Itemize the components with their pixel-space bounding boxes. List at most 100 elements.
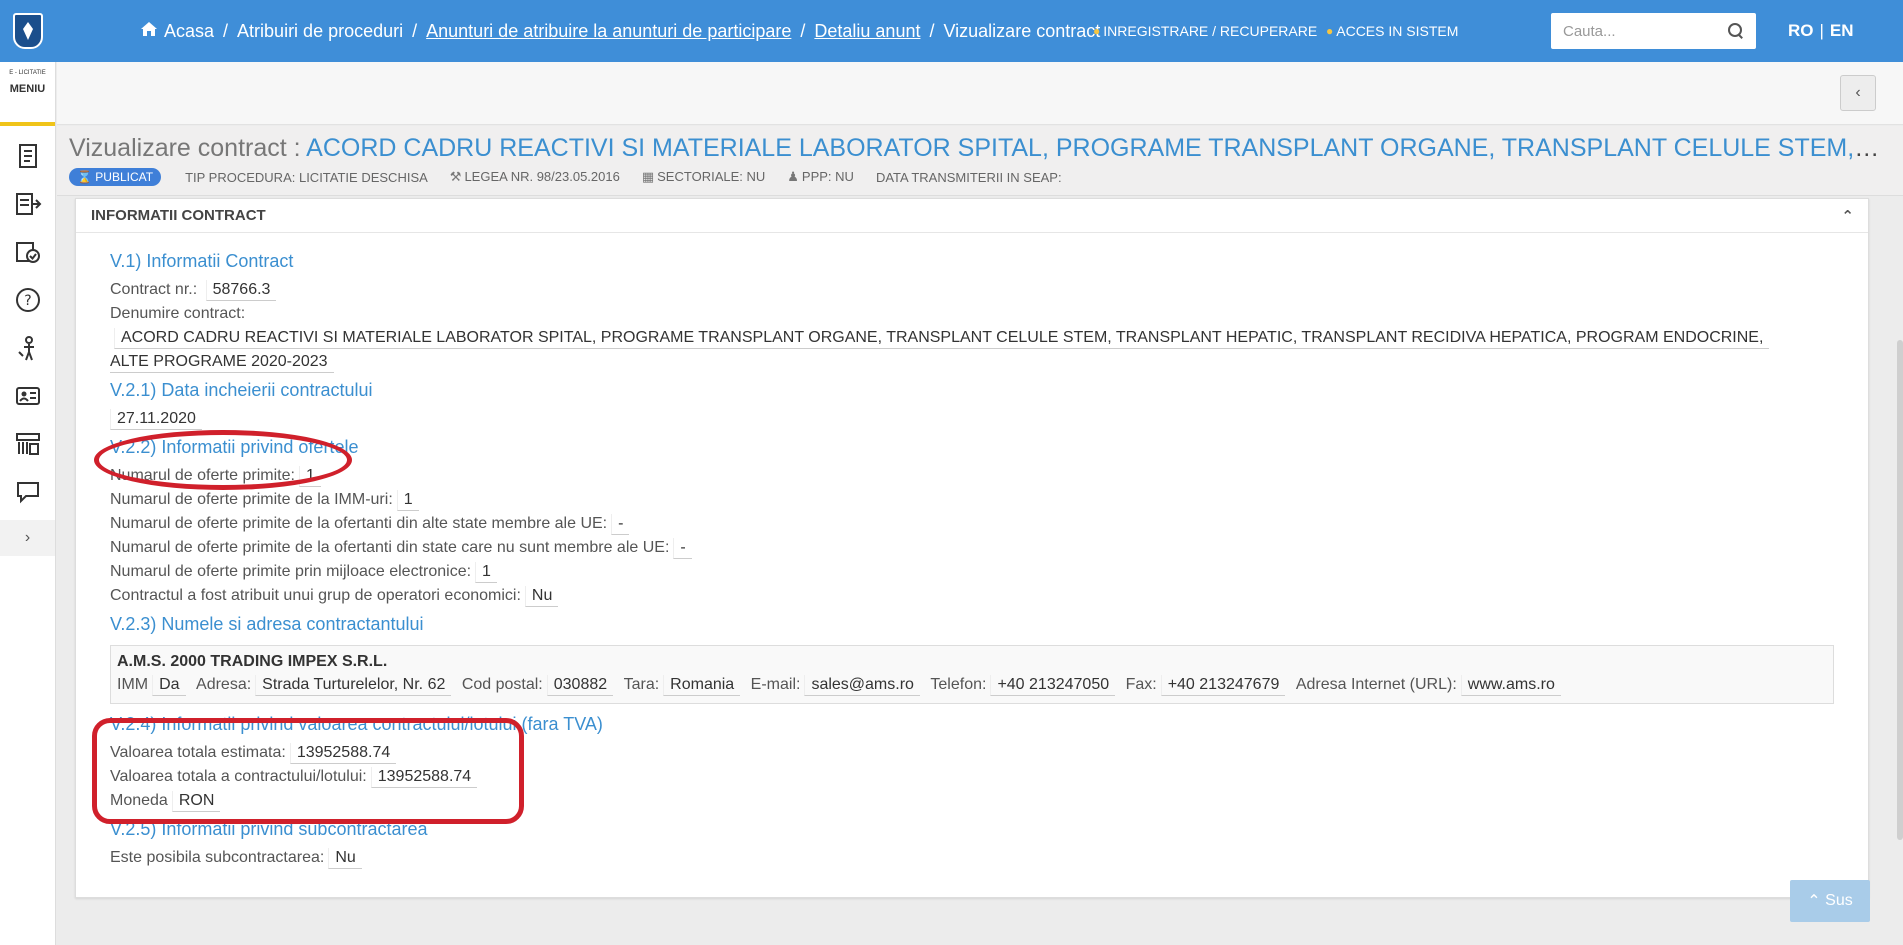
ppp-item: ♟ PPP: NU	[787, 169, 854, 185]
sidebar: E - LICITATIE MENIU ? ›	[0, 62, 56, 945]
fax-label: Fax:	[1125, 676, 1157, 693]
page-title-label: Vizualizare contract :	[69, 134, 301, 162]
breadcrumb-home[interactable]: Acasa	[164, 21, 214, 42]
section-title-v1: V.1) Informatii Contract	[110, 251, 294, 271]
fax-value: +40 213247679	[1160, 675, 1286, 696]
subcontract-value: Nu	[328, 848, 362, 869]
lang-ro[interactable]: RO	[1788, 21, 1814, 41]
section-title-v21: V.2.1) Data incheierii contractului	[110, 380, 373, 400]
sidebar-brand: E - LICITATIE MENIU	[0, 62, 55, 122]
status-badge-text: PUBLICAT	[95, 170, 154, 184]
sectoral-item: ▦ SECTORIALE: NU	[642, 169, 765, 185]
register-link[interactable]: ● INREGISTRARE / RECUPERARE	[1093, 0, 1317, 62]
breadcrumb-separator: /	[412, 20, 418, 41]
scroll-top-button[interactable]: ⌃ Sus	[1790, 880, 1870, 922]
title-area: Vizualizare contract : ACORD CADRU REACT…	[57, 126, 1903, 196]
offer-value: 1	[298, 466, 321, 487]
lang-separator: |	[1819, 21, 1824, 40]
breadcrumb-anunturi[interactable]: Anunturi de atribuire la anunturi de par…	[426, 21, 791, 42]
breadcrumb-current: Vizualizare contract	[943, 20, 1101, 41]
email-value[interactable]: sales@ams.ro	[804, 675, 920, 696]
users-icon: ♟	[787, 169, 799, 184]
document-icon[interactable]	[0, 132, 55, 180]
ppp-text: PPP: NU	[801, 169, 854, 184]
breadcrumb-atribuiri[interactable]: Atribuiri de proceduri	[237, 21, 403, 42]
login-link[interactable]: ● ACCES IN SISTEM	[1326, 0, 1458, 62]
contract-nr-value: 58766.3	[205, 280, 277, 301]
phone-value: +40 213247050	[990, 675, 1116, 696]
postal-value: 030882	[546, 675, 614, 696]
law-item: ⚒ LEGEA NR. 98/23.05.2016	[450, 169, 620, 185]
law-text: LEGEA NR. 98/23.05.2016	[464, 169, 620, 184]
contract-nr-label: Contract nr.:	[110, 281, 198, 298]
gavel-icon: ⚒	[449, 169, 462, 184]
folder-check-icon[interactable]	[0, 228, 55, 276]
procedure-type: TIP PROCEDURA: LICITATIE DESCHISA	[185, 169, 428, 185]
login-label: ACCES IN SISTEM	[1336, 23, 1459, 39]
breadcrumb-separator: /	[929, 20, 935, 41]
date-value: 27.11.2020	[110, 409, 202, 430]
lang-en[interactable]: EN	[1830, 21, 1854, 41]
offer-row: Numarul de oferte primite de la ofertant…	[110, 536, 1834, 560]
sidebar-accent	[0, 122, 55, 126]
chevron-up-icon[interactable]: ⌃	[1841, 207, 1854, 225]
denumire-row-2: ALTE PROGRAME 2020-2023	[110, 350, 1834, 374]
list-arrow-icon[interactable]	[0, 180, 55, 228]
denumire-row: Denumire contract: ACORD CADRU REACTIVI …	[110, 302, 1834, 350]
collapse-button[interactable]: ‹	[1840, 75, 1876, 111]
shield-logo-icon	[13, 13, 43, 49]
user-icon: ●	[1093, 24, 1101, 38]
help-icon[interactable]: ?	[0, 276, 55, 324]
currency-label: Moneda	[110, 792, 168, 809]
contractor-box: A.M.S. 2000 TRADING IMPEX S.R.L. IMM Da A…	[110, 645, 1834, 704]
scrollbar[interactable]	[1897, 340, 1903, 840]
offer-label: Contractul a fost atribuit unui grup de …	[110, 587, 521, 604]
subcontract-label: Este posibila subcontractarea:	[110, 849, 325, 866]
offer-row: Numarul de oferte primite: 1	[110, 464, 1834, 488]
chevron-up-icon: ⌃	[1807, 893, 1826, 910]
address-label: Adresa:	[196, 676, 252, 693]
id-card-icon[interactable]	[0, 372, 55, 420]
section-title-v23: V.2.3) Numele si adresa contractantului	[110, 614, 424, 634]
offer-value: -	[611, 514, 630, 535]
estimated-row: Valoarea totala estimata: 13952588.74	[110, 741, 1834, 765]
language-switch: RO | EN	[1788, 0, 1854, 62]
search-icon[interactable]	[1728, 23, 1744, 39]
books-icon[interactable]	[0, 420, 55, 468]
search-input[interactable]	[1563, 22, 1728, 40]
denumire-label: Denumire contract:	[110, 305, 246, 322]
panel-title: INFORMATII CONTRACT	[91, 207, 266, 224]
offer-value: 1	[475, 562, 497, 583]
breadcrumb-detaliu[interactable]: Detaliu anunt	[814, 21, 920, 42]
email-label: E-mail:	[750, 676, 801, 693]
svg-text:?: ?	[24, 293, 31, 309]
offer-label: Numarul de oferte primite de la ofertant…	[110, 515, 608, 532]
country-value: Romania	[663, 675, 741, 696]
menu-label[interactable]: MENIU	[0, 83, 55, 95]
scroll-top-label: Sus	[1825, 892, 1853, 909]
top-navbar: Acasa / Atribuiri de proceduri / Anuntur…	[0, 0, 1903, 62]
chat-icon[interactable]	[0, 468, 55, 516]
chevron-left-icon: ‹	[1855, 84, 1861, 101]
register-label: INREGISTRARE / RECUPERARE	[1103, 23, 1318, 39]
panel-header[interactable]: INFORMATII CONTRACT ⌃	[76, 199, 1868, 233]
contractor-name: A.M.S. 2000 TRADING IMPEX S.R.L.	[117, 653, 388, 670]
phone-label: Telefon:	[930, 676, 987, 693]
sectoral-text: SECTORIALE: NU	[657, 169, 766, 184]
user-hand-icon[interactable]	[0, 324, 55, 372]
offer-label: Numarul de oferte primite de la IMM-uri:	[110, 491, 393, 508]
url-value[interactable]: www.ams.ro	[1460, 675, 1561, 696]
imm-value: Da	[152, 675, 186, 696]
total-label: Valoarea totala a contractului/lotului:	[110, 768, 367, 785]
panel-body: V.1) Informatii Contract Contract nr.: 5…	[76, 233, 1868, 882]
brand-small-text: E - LICITATIE	[9, 70, 46, 76]
postal-label: Cod postal:	[461, 676, 543, 693]
section-title-v25: V.2.5) Informatii privind subcontractare…	[110, 819, 428, 839]
sidebar-expand-button[interactable]: ›	[0, 520, 55, 556]
section-title-v22: V.2.2) Informatii privind ofertele	[110, 437, 359, 457]
home-icon[interactable]	[140, 21, 158, 42]
logo[interactable]	[0, 0, 56, 62]
offer-row: Numarul de oferte primite de la ofertant…	[110, 512, 1834, 536]
subcontract-row: Este posibila subcontractarea: Nu	[110, 846, 1834, 870]
total-value: 13952588.74	[370, 767, 478, 788]
